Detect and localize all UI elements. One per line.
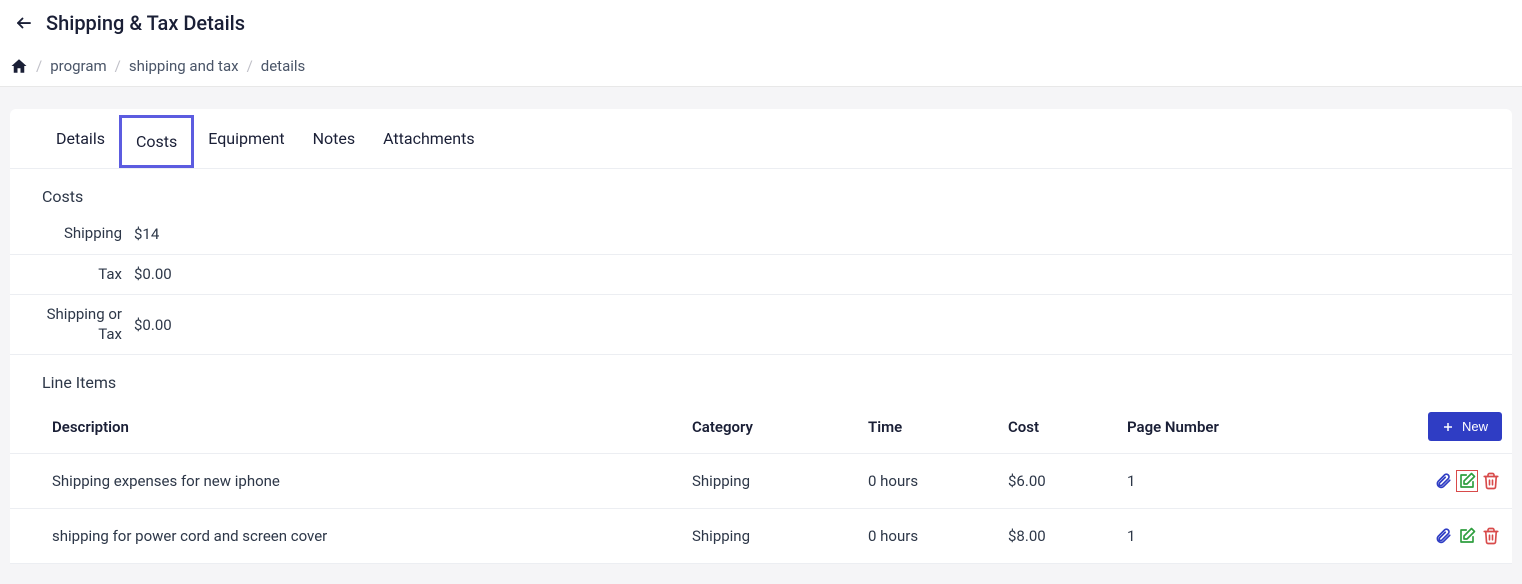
cell-category: Shipping bbox=[692, 527, 868, 545]
breadcrumb: / program / shipping and tax / details bbox=[0, 46, 1522, 87]
breadcrumb-shipping-and-tax[interactable]: shipping and tax bbox=[129, 57, 239, 75]
tab-attachments[interactable]: Attachments bbox=[369, 115, 489, 168]
cell-description: Shipping expenses for new iphone bbox=[52, 472, 692, 490]
cost-row-shipping: Shipping $14 bbox=[10, 214, 1512, 255]
table-row: Shipping expenses for new iphone Shippin… bbox=[10, 454, 1512, 509]
trash-icon[interactable] bbox=[1480, 525, 1502, 547]
cost-value: $0.00 bbox=[134, 316, 172, 334]
header-time: Time bbox=[868, 418, 1008, 436]
edit-icon[interactable] bbox=[1456, 470, 1478, 492]
cost-row-shipping-or-tax: Shipping or Tax $0.00 bbox=[10, 295, 1512, 355]
breadcrumb-separator: / bbox=[247, 57, 253, 75]
breadcrumb-program[interactable]: program bbox=[50, 57, 106, 75]
tab-equipment[interactable]: Equipment bbox=[194, 115, 298, 168]
breadcrumb-details: details bbox=[261, 57, 306, 75]
line-items-header: Description Category Time Cost Page Numb… bbox=[10, 400, 1512, 454]
breadcrumb-separator: / bbox=[115, 57, 121, 75]
tab-details[interactable]: Details bbox=[42, 115, 119, 168]
cell-page-number: 1 bbox=[1127, 527, 1407, 545]
header-category: Category bbox=[692, 418, 868, 436]
edit-icon[interactable] bbox=[1456, 525, 1478, 547]
cost-label: Shipping bbox=[42, 224, 122, 244]
cell-description: shipping for power cord and screen cover bbox=[52, 527, 692, 545]
cost-value: $14 bbox=[134, 225, 159, 243]
tab-costs[interactable]: Costs bbox=[119, 115, 194, 168]
tabs: Details Costs Equipment Notes Attachment… bbox=[10, 109, 1512, 169]
breadcrumb-separator: / bbox=[36, 57, 42, 75]
top-header: Shipping & Tax Details bbox=[0, 0, 1522, 46]
page-title: Shipping & Tax Details bbox=[46, 11, 245, 35]
new-button-label: New bbox=[1462, 419, 1488, 434]
attachment-icon[interactable] bbox=[1432, 470, 1454, 492]
cost-row-tax: Tax $0.00 bbox=[10, 255, 1512, 296]
cell-category: Shipping bbox=[692, 472, 868, 490]
cost-label: Tax bbox=[42, 265, 122, 285]
header-description: Description bbox=[52, 418, 692, 436]
cell-cost: $8.00 bbox=[1008, 527, 1127, 545]
main-panel: Details Costs Equipment Notes Attachment… bbox=[10, 109, 1512, 564]
header-cost: Cost bbox=[1008, 418, 1127, 436]
costs-section-title: Costs bbox=[10, 169, 1512, 214]
cell-time: 0 hours bbox=[868, 472, 1008, 490]
cost-value: $0.00 bbox=[134, 265, 172, 283]
content-area: Details Costs Equipment Notes Attachment… bbox=[0, 87, 1522, 564]
trash-icon[interactable] bbox=[1480, 470, 1502, 492]
plus-icon bbox=[1442, 421, 1454, 433]
table-row: shipping for power cord and screen cover… bbox=[10, 509, 1512, 564]
cell-cost: $6.00 bbox=[1008, 472, 1127, 490]
header-page-number: Page Number bbox=[1127, 418, 1407, 436]
home-icon[interactable] bbox=[10, 57, 28, 75]
line-items-section-title: Line Items bbox=[10, 355, 1512, 400]
tab-notes[interactable]: Notes bbox=[299, 115, 370, 168]
cell-page-number: 1 bbox=[1127, 472, 1407, 490]
attachment-icon[interactable] bbox=[1432, 525, 1454, 547]
cost-label: Shipping or Tax bbox=[42, 305, 122, 344]
back-arrow-icon[interactable] bbox=[14, 13, 34, 33]
cell-time: 0 hours bbox=[868, 527, 1008, 545]
new-button[interactable]: New bbox=[1428, 412, 1502, 441]
